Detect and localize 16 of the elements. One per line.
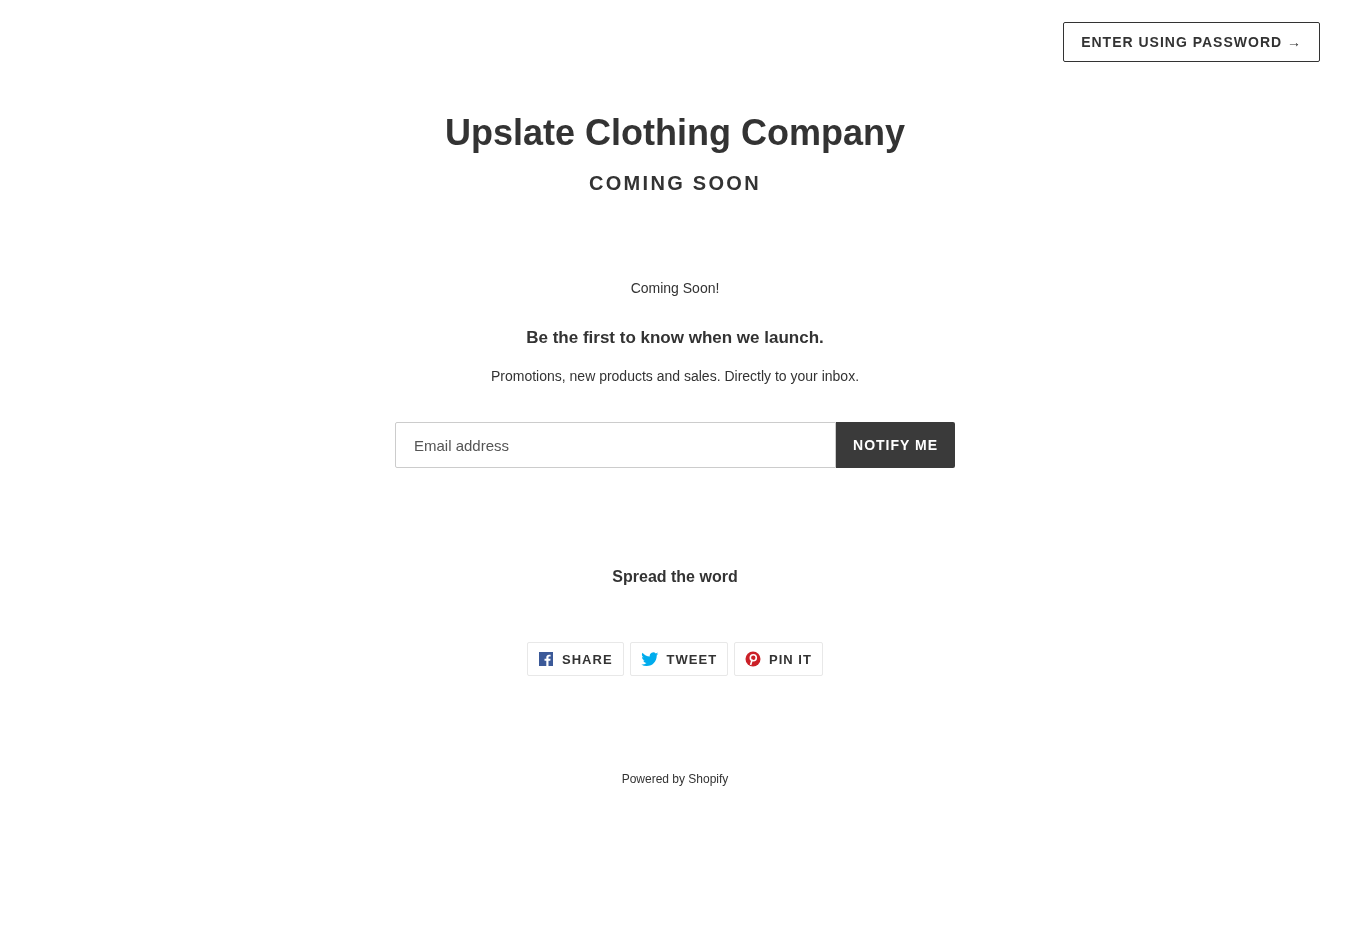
- powered-by-link[interactable]: Powered by Shopify: [621, 772, 729, 786]
- bird-icon: [640, 651, 659, 667]
- coming-soon-message: Coming Soon!: [630, 280, 720, 296]
- store-title: Upslate Clothing Company: [445, 112, 905, 154]
- notify-button[interactable]: NOTIFY ME: [836, 422, 955, 468]
- email-field[interactable]: Email address: [395, 422, 836, 468]
- pin-icon: [745, 651, 762, 667]
- password-button[interactable]: ENTER USING PASSWORD →: [1063, 22, 1320, 62]
- store-subtitle: COMING SOON: [589, 172, 761, 195]
- signup-text: Promotions, new products and sales. Directly to your inbox.: [490, 368, 860, 384]
- share-button[interactable]: PIN IT: [734, 642, 823, 676]
- share-button[interactable]: TWEET: [629, 642, 729, 676]
- signup-heading: Be the first to know when we launch.: [526, 328, 824, 348]
- facebook-icon: [538, 651, 555, 667]
- share-button[interactable]: SHARE: [527, 642, 624, 676]
- share-heading: Spread the word: [612, 568, 738, 586]
